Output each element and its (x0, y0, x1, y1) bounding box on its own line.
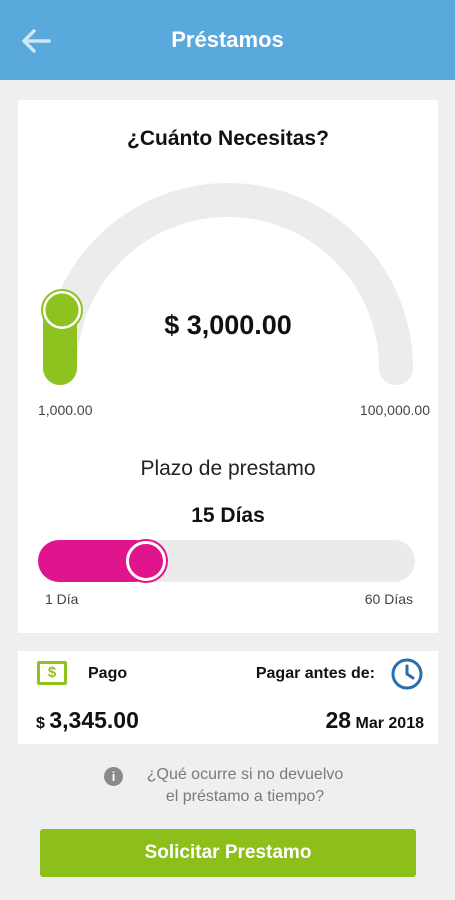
amount-min-label: 1,000.00 (38, 402, 93, 418)
due-day: 28 (325, 707, 352, 733)
gauge-track (43, 183, 413, 385)
payment-amount: $ 3,345.00 (36, 707, 139, 734)
payment-summary-card: $ Pago Pagar antes de: $ 3,345.00 28 Mar… (18, 651, 438, 744)
term-min-label: 1 Día (45, 591, 79, 607)
term-label: Plazo de prestamo (140, 457, 316, 480)
info-icon: i (104, 767, 123, 786)
request-loan-button[interactable]: Solicitar Prestamo (40, 829, 416, 877)
amount-gauge-slider[interactable] (18, 170, 438, 400)
amount-max-label: 100,000.00 (359, 402, 430, 418)
due-date-label: Pagar antes de: (255, 665, 375, 682)
term-slider[interactable] (38, 540, 415, 582)
term-slider-thumb[interactable] (125, 541, 166, 581)
clock-icon (391, 658, 423, 690)
due-date: 28 Mar 2018 (325, 707, 424, 734)
money-icon: $ (37, 661, 67, 685)
info-line-2: el préstamo a tiempo? (165, 788, 325, 805)
loan-config-card: ¿Cuánto Necesitas? $ 3,000.00 1,000.00 1… (18, 100, 438, 633)
payment-label: Pago (88, 665, 128, 682)
term-max-label: 60 Días (364, 591, 413, 607)
payment-currency: $ (36, 715, 45, 732)
amount-value: $ 3,000.00 (164, 310, 292, 340)
late-payment-link[interactable]: ¿Qué ocurre si no devuelvo el préstamo a… (130, 764, 360, 808)
page-title: Préstamos (171, 27, 284, 52)
term-value: 15 Días (191, 504, 265, 527)
info-line-1: ¿Qué ocurre si no devuelvo (146, 766, 344, 783)
amount-question: ¿Cuánto Necesitas? (127, 127, 329, 150)
due-month-year: Mar 2018 (355, 715, 425, 732)
payment-value: 3,345.00 (49, 707, 139, 733)
app-bar: Préstamos (0, 0, 455, 80)
